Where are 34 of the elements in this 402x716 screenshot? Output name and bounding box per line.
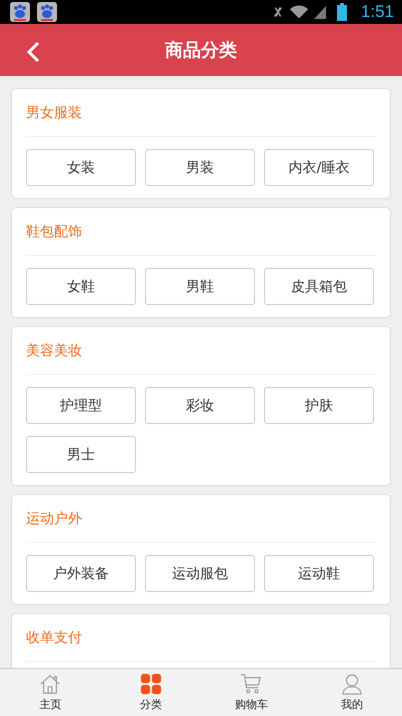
category-title: 鞋包配饰	[26, 222, 83, 242]
subcategory-button[interactable]: 内衣/睡衣	[264, 149, 374, 186]
subcategory-button[interactable]: 运动鞋	[264, 555, 374, 592]
category-title: 男女服装	[26, 104, 83, 122]
grid-icon	[140, 673, 162, 695]
subcategory-button[interactable]: 护理型	[26, 387, 136, 424]
tab[interactable]: 购物车	[201, 669, 302, 716]
page-title: 商品分类	[165, 39, 237, 62]
house-icon	[39, 673, 62, 695]
category-title: 收单支付	[26, 628, 83, 648]
notification-icon	[37, 2, 57, 22]
subcategory-button[interactable]: 男装	[145, 149, 255, 186]
subcategory-button[interactable]: 护肤	[264, 387, 374, 424]
cart-icon	[240, 673, 262, 695]
tab[interactable]: 我的	[302, 669, 402, 716]
notification-icon	[10, 2, 30, 22]
category-title: 美容美妆	[26, 342, 83, 360]
subcategory-button[interactable]: 彩妆	[145, 387, 255, 424]
signal-icon	[312, 4, 327, 20]
tab[interactable]: 主页	[0, 669, 100, 716]
subcategory-button[interactable]: 女装	[26, 149, 136, 186]
category-title: 运动户外	[26, 510, 83, 528]
subcategory-button[interactable]: 皮具箱包	[264, 268, 374, 305]
back-icon	[26, 41, 40, 63]
subcategory-button[interactable]: 男士	[26, 436, 136, 473]
clock: 1:51	[360, 2, 394, 22]
person-icon	[340, 673, 363, 695]
subcategory-button[interactable]: 户外装备	[26, 555, 136, 592]
tab[interactable]: 分类	[100, 669, 201, 716]
subcategory-button[interactable]: 女鞋	[26, 268, 136, 305]
subcategory-button[interactable]: 运动服包	[145, 555, 255, 592]
subcategory-button[interactable]: 男鞋	[145, 268, 255, 305]
wifi-icon	[288, 4, 309, 20]
battery-icon	[336, 3, 347, 21]
